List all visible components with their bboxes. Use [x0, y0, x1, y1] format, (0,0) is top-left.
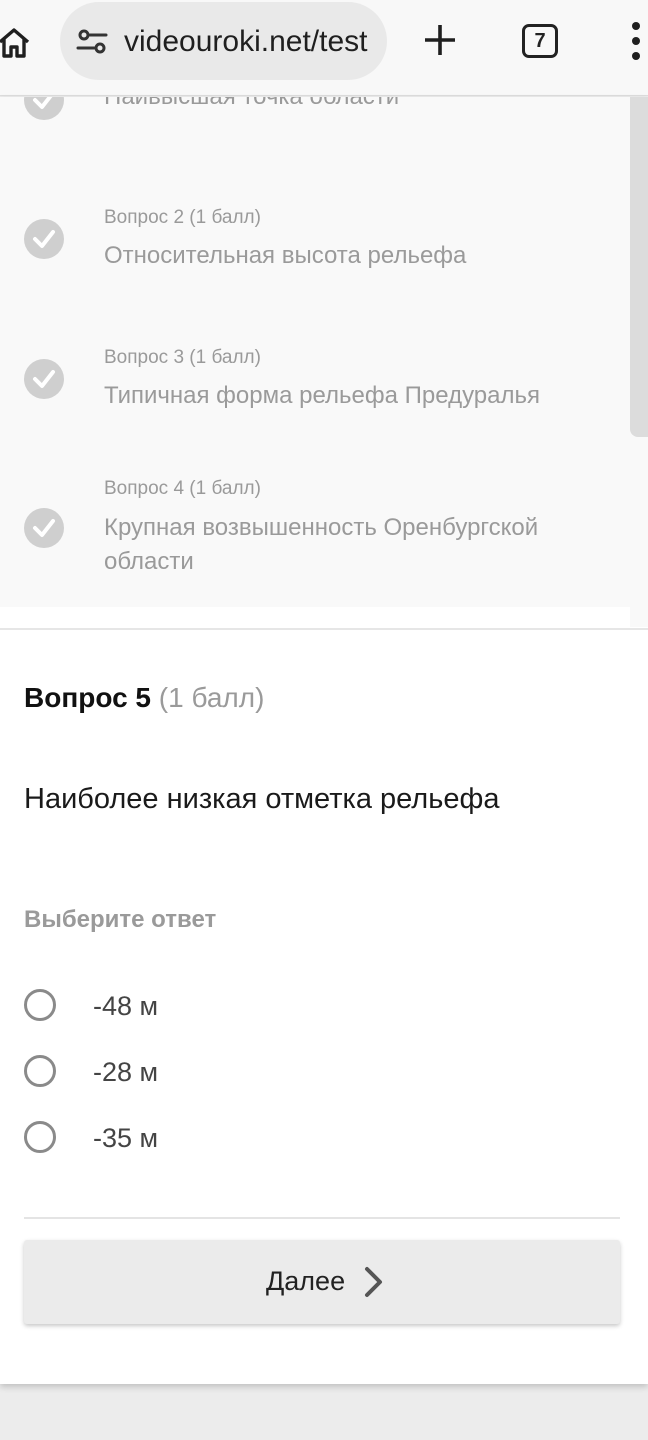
current-question-title: Вопрос 5 [24, 682, 151, 713]
chevron-right-icon [365, 1267, 382, 1297]
answer-option-label[interactable]: -35 м [93, 1121, 158, 1155]
question-label: Вопрос 3 (1 балл) [104, 347, 261, 368]
answer-option-1[interactable]: -48 м [24, 989, 424, 1029]
radio-button[interactable] [24, 1121, 56, 1153]
check-icon [33, 370, 55, 388]
section-divider [0, 628, 648, 630]
question-text: Крупная возвышенность Оренбургской облас… [104, 514, 539, 575]
answer-prompt: Выберите ответ [24, 906, 217, 933]
more-vertical-icon [632, 22, 640, 60]
question-text: Наивысшая точка области [104, 97, 604, 114]
answer-option-label[interactable]: -48 м [93, 989, 158, 1023]
menu-button[interactable] [624, 20, 648, 64]
done-indicator [24, 508, 64, 548]
browser-toolbar: videouroki.net/test 7 [0, 0, 648, 96]
current-question-points: (1 балл) [158, 682, 265, 713]
tab-switcher-button[interactable]: 7 [522, 24, 558, 58]
answer-option-2[interactable]: -28 м [24, 1055, 424, 1095]
current-question-heading: Вопрос 5 (1 балл) [24, 682, 264, 714]
check-icon [33, 97, 53, 109]
url-text[interactable]: videouroki.net/test [124, 24, 370, 60]
answer-option-3[interactable]: -35 м [24, 1121, 424, 1161]
tune-icon[interactable] [76, 26, 108, 58]
answered-questions-list[interactable]: Наивысшая точка области Вопрос 2 (1 балл… [0, 97, 630, 607]
check-icon [33, 230, 55, 248]
actions-divider [24, 1217, 620, 1219]
current-question-text: Наиболее низкая отметка рельефа [24, 783, 500, 815]
question-text: Относительная высота рельефа [104, 242, 467, 269]
done-indicator [24, 97, 64, 120]
radio-button[interactable] [24, 989, 56, 1021]
scrollbar-thumb[interactable] [630, 97, 648, 437]
question-label: Вопрос 2 (1 балл) [104, 207, 261, 228]
next-button[interactable]: Далее [24, 1240, 620, 1324]
question-label: Вопрос 4 (1 балл) [104, 478, 261, 499]
done-indicator [24, 219, 64, 259]
question-item-4[interactable]: Вопрос 4 (1 балл) Крупная возвышенность … [0, 476, 630, 606]
check-icon [33, 519, 55, 537]
home-button[interactable] [0, 22, 34, 62]
radio-button[interactable] [24, 1055, 56, 1087]
home-icon [0, 28, 30, 58]
address-bar[interactable]: videouroki.net/test [60, 2, 387, 80]
question-text: Типичная форма рельефа Предуралья [104, 382, 541, 409]
new-tab-button[interactable] [420, 20, 460, 60]
test-card: Наивысшая точка области Вопрос 2 (1 балл… [0, 97, 648, 1384]
question-item-3[interactable]: Вопрос 3 (1 балл) Типичная форма рельефа… [0, 345, 630, 435]
answer-option-label[interactable]: -28 м [93, 1055, 158, 1089]
question-item-2[interactable]: Вопрос 2 (1 балл) Относительная высота р… [0, 205, 630, 295]
plus-icon [425, 25, 455, 55]
question-item-1[interactable]: Наивысшая точка области [0, 97, 630, 180]
done-indicator [24, 359, 64, 399]
next-button-label: Далее [266, 1266, 346, 1296]
